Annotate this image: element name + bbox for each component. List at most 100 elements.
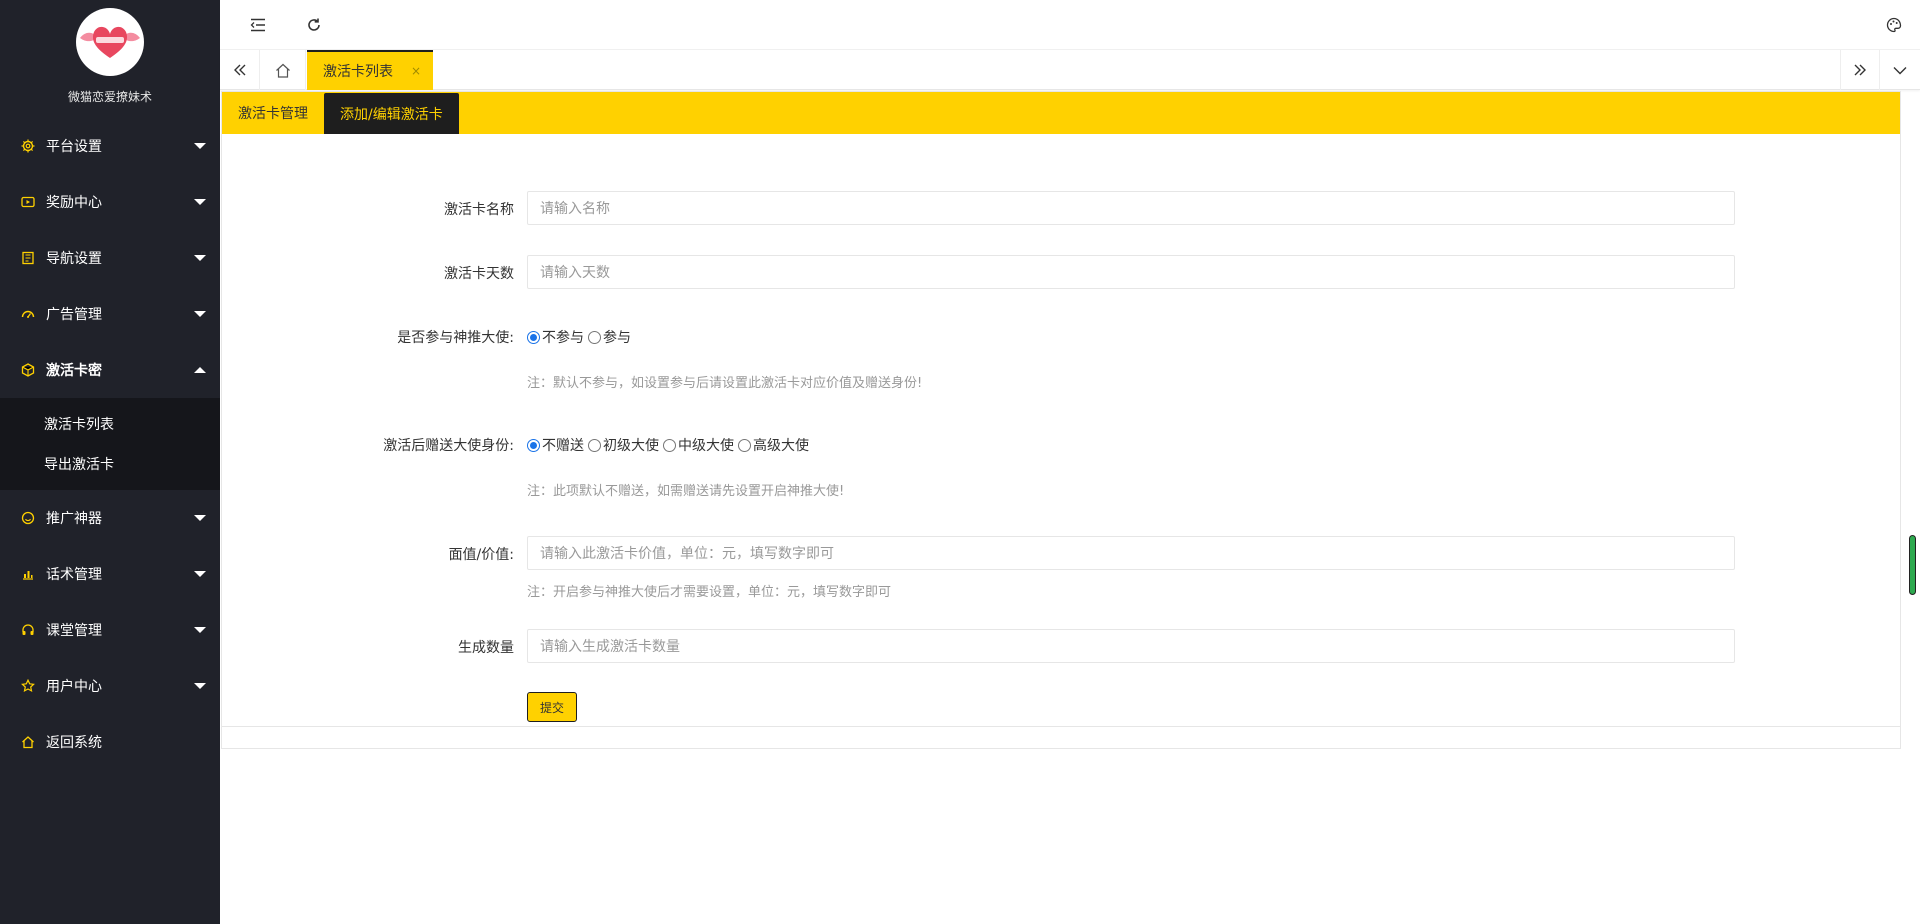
sidebar-item-label: 话术管理 [46,567,102,583]
chevron-up-icon [194,367,206,373]
value-input[interactable]: 请输入此激活卡价值，单位：元，填写数字即可 [527,536,1735,570]
sidebar-item-script-management[interactable]: 话术管理 [0,546,220,602]
join-label: 是否参与神推大使: [397,330,514,346]
sidebar-item-label: 推广神器 [46,511,102,527]
chevron-down-icon [194,143,206,149]
value-note: 注：开启参与神推大使后才需要设置，单位：元，填写数字即可 [527,585,892,600]
radio-label: 不赠送 [542,438,584,454]
sidebar-item-promotion-tools[interactable]: 推广神器 [0,490,220,546]
double-chevron-left-icon [233,64,245,76]
home-icon [275,63,290,78]
gift-note: 注：此项默认不赠送，如需赠送请先设置开启神推大使! [527,484,845,499]
refresh-icon [308,18,320,31]
tabs-scroll-left-button[interactable] [220,50,260,90]
radio-dot [663,438,676,452]
panel-footer [221,727,1901,749]
smile-icon [20,510,36,526]
chevron-down-icon [194,199,206,205]
join-option-yes[interactable]: 参与 [588,327,631,347]
radio-dot [527,438,540,452]
radio-dot [588,330,601,344]
gift-option-none[interactable]: 不赠送 [527,435,584,455]
submit-button[interactable]: 提交 [527,692,577,722]
sidebar-item-user-center[interactable]: 用户中心 [0,658,220,714]
gift-option-senior[interactable]: 高级大使 [738,435,809,455]
days-placeholder: 请输入天数 [540,265,610,281]
sidebar-item-ad-management[interactable]: 广告管理 [0,286,220,342]
radio-dot [588,438,601,452]
chevron-down-icon [194,515,206,521]
name-label: 激活卡名称 [444,202,514,218]
value-placeholder: 请输入此激活卡价值，单位：元，填写数字即可 [540,546,834,562]
brand: 微猫恋爱撩妹术 [0,0,220,118]
subtab-add-edit-card[interactable]: 添加/编辑激活卡 [324,93,459,134]
gift-radio-group: 不赠送 初级大使 中级大使 高级大使 [527,435,813,455]
sidebar-item-label: 平台设置 [46,139,102,155]
value-label: 面值/价值: [448,547,514,563]
tabs-scroll-right-button[interactable] [1840,50,1880,90]
chevron-down-icon [194,683,206,689]
sidebar-item-label: 导航设置 [46,251,102,267]
subnav-item-export-cards[interactable]: 导出激活卡 [0,444,220,484]
chevron-down-icon [194,627,206,633]
gift-option-middle[interactable]: 中级大使 [663,435,734,455]
radio-dot [738,438,751,452]
dashboard-icon [20,306,36,322]
join-radio-group: 不参与 参与 [527,327,635,347]
count-label: 生成数量 [458,640,514,656]
sidebar-item-label: 用户中心 [46,679,102,695]
theme-button[interactable] [1883,14,1905,36]
radio-dot [527,330,540,344]
gift-label: 激活后赠送大使身份: [383,438,514,454]
chevron-down-icon [1893,66,1907,74]
home-tab[interactable] [260,50,306,90]
join-option-no[interactable]: 不参与 [527,327,584,347]
tab-label: 激活卡列表 [323,64,393,80]
days-label: 激活卡天数 [444,266,514,282]
chevron-down-icon [194,255,206,261]
indent-icon [250,18,265,32]
radio-label: 高级大使 [753,438,809,454]
logo[interactable] [76,8,144,76]
star-icon [20,678,36,694]
subtabs: 激活卡管理 添加/编辑激活卡 [222,92,1900,134]
radio-label: 初级大使 [603,438,659,454]
video-icon [20,194,36,210]
book-icon [20,250,36,266]
sidebar-item-label: 广告管理 [46,307,102,323]
gift-option-junior[interactable]: 初级大使 [588,435,659,455]
palette-icon [1886,17,1902,33]
subtab-card-management[interactable]: 激活卡管理 [222,92,324,134]
refresh-button[interactable] [303,14,325,36]
count-placeholder: 请输入生成激活卡数量 [540,639,680,655]
radio-label: 不参与 [542,330,584,346]
home-icon [20,734,36,750]
radio-label: 参与 [603,330,631,346]
menu-collapse-button[interactable] [247,14,269,36]
cube-icon [20,362,36,378]
content-panel: 激活卡管理 添加/编辑激活卡 激活卡名称 请输入名称 激活卡天数 请输入天数 是… [221,91,1901,727]
subnav-activation-cards: 激活卡列表 导出激活卡 [0,398,220,490]
top-header [220,0,1920,50]
tabs-menu-button[interactable] [1880,50,1920,90]
sidebar-item-class-management[interactable]: 课堂管理 [0,602,220,658]
headset-icon [20,622,36,638]
sidebar-item-activation-cards[interactable]: 激活卡密 [0,342,220,398]
scrollbar-thumb[interactable] [1909,535,1916,595]
count-input[interactable]: 请输入生成激活卡数量 [527,629,1735,663]
winged-heart-icon [80,26,140,58]
sidebar: 微猫恋爱撩妹术 平台设置 奖励中心 导航设置 广告管理 激活卡密 激活卡列表 导… [0,0,220,924]
sidebar-item-nav-settings[interactable]: 导航设置 [0,230,220,286]
name-input[interactable]: 请输入名称 [527,191,1735,225]
close-icon[interactable]: × [411,64,421,78]
sidebar-item-return-system[interactable]: 返回系统 [0,714,220,770]
sidebar-item-reward-center[interactable]: 奖励中心 [0,174,220,230]
tab-card-list[interactable]: 激活卡列表 × [307,50,433,90]
sidebar-item-platform-settings[interactable]: 平台设置 [0,118,220,174]
days-input[interactable]: 请输入天数 [527,255,1735,289]
sidebar-item-label: 奖励中心 [46,195,102,211]
double-chevron-right-icon [1854,64,1866,76]
subnav-item-card-list[interactable]: 激活卡列表 [0,404,220,444]
gear-icon [20,138,36,154]
sidebar-item-label: 课堂管理 [46,623,102,639]
